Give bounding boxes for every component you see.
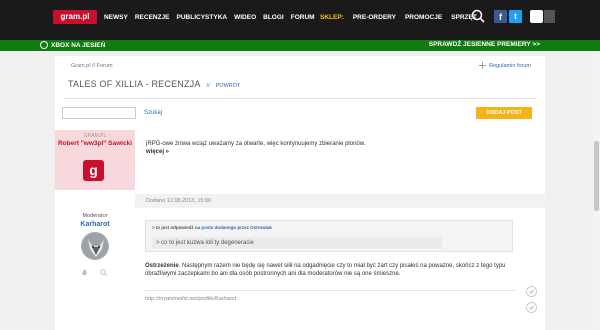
user-avatar[interactable] — [544, 10, 555, 23]
facebook-icon[interactable]: f — [494, 10, 507, 23]
shop-item-promocje[interactable]: PROMOCJE — [405, 14, 442, 21]
xbox-icon — [40, 41, 48, 49]
quote-header: > to jest odpowiedź na posta dodanego pr… — [152, 225, 272, 230]
check-icon[interactable] — [526, 286, 537, 297]
nav-item-publicystyka[interactable]: PUBLICYSTYKA — [177, 14, 228, 21]
nav-item-blogi[interactable]: BLOGI — [263, 14, 284, 21]
thread-title: TALES OF XILLIA - RECENZJA — [68, 79, 201, 89]
shop-label: SKLEP: — [320, 14, 344, 21]
breadcrumb[interactable]: Gram.pl // Forum — [71, 63, 113, 69]
shop-item-preordery[interactable]: PRE-ORDERY — [353, 14, 396, 21]
nav-item-newsy[interactable]: NEWSY — [104, 14, 128, 21]
author-role: Moderator — [82, 213, 108, 219]
author-actions — [81, 269, 107, 276]
forum-panel: Gram.pl // Forum Regulamin forum TALES O… — [55, 56, 545, 330]
check-icon[interactable] — [526, 302, 537, 313]
promo-bar[interactable]: XBOX NA JESIEŃ SPRAWDŹ JESIENNE PREMIERY… — [0, 40, 600, 51]
snapchat-icon[interactable] — [530, 10, 543, 23]
rules-label: Regulamin forum — [489, 62, 531, 69]
site-logo[interactable]: gram.pl — [53, 10, 97, 24]
post-body: jRPG-owe żniwa wciąż uważamy za otwarte,… — [146, 141, 426, 156]
fire-icon[interactable] — [81, 269, 88, 276]
promo-right-link[interactable]: SPRAWDŹ JESIENNE PREMIERY >> — [429, 41, 540, 48]
post-author-panel: GRAM.PL Robert "ww3pl" Sawicki g — [55, 130, 135, 190]
warning-text: . Następnym razem nie będę się nawet sil… — [145, 263, 506, 277]
post-author-panel: Moderator Karharot — [55, 208, 135, 330]
post-text: Ostrzeżenie. Następnym razem nie będę si… — [145, 262, 515, 278]
search-input[interactable] — [62, 107, 136, 119]
quote-text: > co to jest kużwa loli ty degeneracie — [152, 237, 442, 249]
search-icon[interactable] — [100, 269, 107, 276]
scrollbar[interactable] — [593, 51, 600, 330]
main-nav: NEWSY RECENZJE PUBLICYSTYKA WIDEO BLOGI … — [104, 14, 315, 21]
rules-link[interactable]: Regulamin forum — [479, 62, 531, 69]
quote-header-prefix: > to jest odpowiedź na — [152, 225, 201, 230]
gram-logo-icon: g — [83, 160, 104, 181]
post-date: Dodano 12.08.2013, 15:00 — [135, 194, 545, 208]
back-link[interactable]: POWRÓT — [216, 83, 241, 89]
move-icon — [479, 62, 487, 69]
scrollbar-thumb[interactable] — [594, 141, 599, 211]
nav-item-recenzje[interactable]: RECENZJE — [135, 14, 170, 21]
top-navbar: gram.pl NEWSY RECENZJE PUBLICYSTYKA WIDE… — [0, 0, 600, 40]
avatar[interactable] — [81, 232, 109, 260]
warning-label: Ostrzeżenie — [145, 263, 179, 269]
promo-left-text: XBOX NA JESIEŃ — [51, 41, 106, 49]
author-name[interactable]: Karharot — [55, 221, 135, 228]
author-name[interactable]: Robert "ww3pl" Sawicki — [55, 140, 135, 148]
signature-divider — [145, 290, 515, 291]
add-post-button[interactable]: DODAJ POST — [476, 107, 532, 119]
divider — [63, 98, 537, 99]
quote-source-link[interactable]: posta dodanego przez Ostrowiak — [201, 225, 272, 230]
shop-nav: SKLEP: PRE-ORDERY PROMOCJE SPRZĘT — [320, 14, 477, 21]
signature[interactable]: http://myanimelist.net/profile/Karharot — [145, 296, 236, 302]
search-icon[interactable] — [471, 9, 485, 23]
title-separator: // — [206, 83, 210, 89]
promo-left[interactable]: XBOX NA JESIEŃ — [40, 41, 105, 49]
post-text: jRPG-owe żniwa wciąż uważamy za otwarte,… — [146, 141, 366, 147]
thread-title-row: TALES OF XILLIA - RECENZJA // POWRÓT — [68, 79, 240, 89]
more-link[interactable]: więcej » — [146, 149, 426, 157]
twitter-icon[interactable]: t — [509, 10, 522, 23]
author-role: GRAM.PL — [83, 133, 107, 139]
nav-item-wideo[interactable]: WIDEO — [234, 14, 256, 21]
search-button[interactable]: Szukaj — [144, 110, 162, 116]
quote-block: > to jest odpowiedź na posta dodanego pr… — [145, 220, 513, 252]
nav-item-forum[interactable]: FORUM — [291, 14, 315, 21]
post-body: > to jest odpowiedź na posta dodanego pr… — [135, 208, 545, 330]
